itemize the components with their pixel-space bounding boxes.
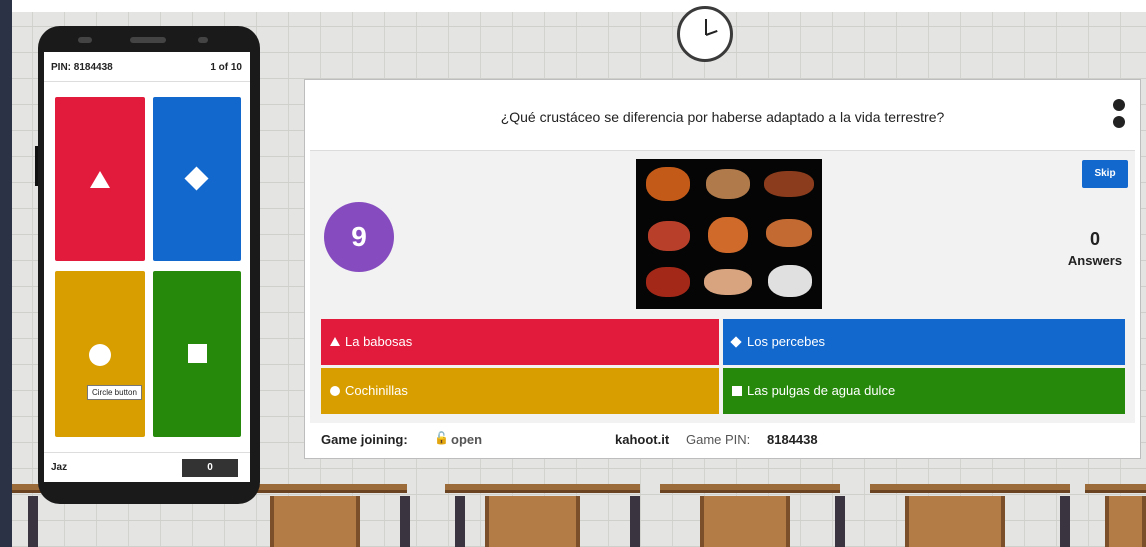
top-margin [0, 0, 1146, 12]
answer-option-diamond: Los percebes [723, 319, 1125, 365]
crustacean-photo [646, 267, 690, 297]
sensor-icon [198, 37, 208, 43]
answers-count: 0 [1089, 229, 1100, 249]
left-border [0, 0, 12, 547]
desk-top [445, 484, 640, 493]
player-name: Jaz [51, 462, 68, 473]
volume-button [35, 146, 38, 186]
diamond-button[interactable] [153, 97, 241, 261]
host-footer: Game joining: 🔓 open kahoot.it Game PIN:… [310, 423, 1135, 453]
answer-option-circle: Cochinillas [321, 368, 719, 414]
answer-label: Los percebes [747, 334, 826, 349]
kahoot-site: kahoot.it [615, 432, 670, 447]
triangle-icon [330, 337, 340, 346]
desk-panel [700, 496, 790, 547]
circle-icon [330, 386, 340, 396]
desk-leg [400, 496, 410, 547]
desk-leg [28, 496, 38, 547]
question-text: ¿Qué crustáceo se diferencia por haberse… [500, 109, 945, 125]
triangle-button[interactable] [55, 97, 145, 261]
desk-panel [1105, 496, 1146, 547]
game-joining-status: open [451, 432, 483, 447]
crustacean-photo [764, 171, 814, 197]
square-icon [188, 344, 207, 363]
crustaceans-image [636, 159, 822, 309]
desk-leg [455, 496, 465, 547]
square-icon [732, 386, 742, 396]
answer-option-square: Las pulgas de agua dulce [723, 368, 1125, 414]
game-pin-value: 8184438 [767, 432, 818, 447]
triangle-icon [90, 171, 110, 188]
game-joining-label: Game joining: [321, 432, 408, 447]
crustacean-photo [766, 219, 812, 247]
desk-leg [1060, 496, 1070, 547]
question-counter: 1 of 10 [210, 62, 242, 73]
answer-label: La babosas [345, 334, 413, 349]
answers-label: Answers [1067, 253, 1123, 268]
countdown-timer: 9 [324, 202, 394, 272]
camera-icon [78, 37, 92, 43]
game-pin-label: Game PIN: [686, 432, 751, 447]
desk-leg [630, 496, 640, 547]
desk-top [660, 484, 840, 493]
diamond-icon [730, 336, 742, 348]
square-button[interactable] [153, 271, 241, 437]
host-controls [1113, 99, 1125, 133]
answer-option-triangle: La babosas [321, 319, 719, 365]
skip-button[interactable]: Skip [1082, 160, 1128, 188]
desk-top [1085, 484, 1146, 493]
crustacean-photo [646, 167, 690, 201]
crustacean-photo [706, 169, 750, 199]
player-top-bar: PIN: 8184438 1 of 10 [44, 52, 250, 82]
desk-panel [485, 496, 580, 547]
desk-panel [905, 496, 1005, 547]
desk-top [870, 484, 1070, 493]
desk-leg [835, 496, 845, 547]
crustacean-photo [768, 265, 812, 297]
circle-button-tooltip: Circle button [87, 385, 142, 400]
crustacean-photo [704, 269, 752, 295]
desk-panel [270, 496, 360, 547]
question-bar: ¿Qué crustáceo se diferencia por haberse… [310, 85, 1135, 151]
crustacean-photo [708, 217, 748, 253]
speaker-grille [130, 37, 166, 43]
player-pin: PIN: 8184438 [51, 62, 113, 73]
diamond-icon [184, 166, 209, 191]
circle-icon [89, 344, 111, 366]
player-screen: PIN: 8184438 1 of 10 Circle button Jaz 0 [44, 52, 250, 482]
wall-clock-icon [677, 6, 733, 62]
settings-icon[interactable] [1113, 99, 1125, 111]
crustacean-photo [648, 221, 690, 251]
lock-open-icon[interactable]: 🔓 [434, 431, 449, 445]
host-screen: ¿Qué crustáceo se diferencia por haberse… [305, 80, 1140, 458]
player-score: 0 [182, 459, 238, 477]
circle-button[interactable] [55, 271, 145, 437]
clock-hand [705, 29, 718, 36]
answer-label: Cochinillas [345, 383, 408, 398]
player-bottom-bar: Jaz 0 [44, 452, 250, 482]
answer-label: Las pulgas de agua dulce [747, 383, 896, 398]
fullscreen-icon[interactable] [1113, 116, 1125, 128]
